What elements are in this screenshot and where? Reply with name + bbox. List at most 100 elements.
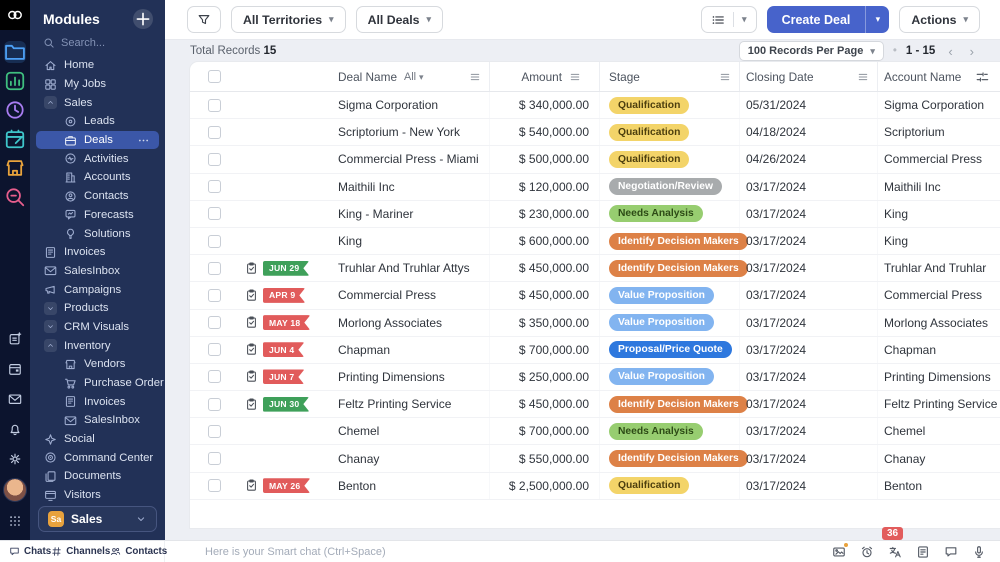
sidebar-item-invoices[interactable]: Invoices <box>30 243 165 262</box>
module-search-input[interactable]: Search... <box>30 34 165 54</box>
screenshot-image-icon[interactable] <box>832 545 846 559</box>
sidebar-item-visitors[interactable]: Visitors <box>30 486 165 501</box>
table-row[interactable]: Chemel$ 700,000.00Needs Analysis03/17/20… <box>190 418 1000 445</box>
table-row[interactable]: MAY 26Benton$ 2,500,000.00Qualification0… <box>190 473 1000 500</box>
table-row[interactable]: Chanay$ 550,000.00Identify Decision Make… <box>190 445 1000 472</box>
folder-icon[interactable] <box>4 41 26 63</box>
select-all-checkbox[interactable] <box>208 70 221 83</box>
mic-icon[interactable] <box>972 545 986 559</box>
actions-dropdown[interactable]: Actions▾ <box>899 6 980 33</box>
workspace-selector[interactable]: Sa Sales <box>38 506 157 532</box>
column-menu-icon[interactable] <box>719 71 731 83</box>
table-row[interactable]: Commercial Press - Miami$ 500,000.00Qual… <box>190 146 1000 173</box>
zoho-logo[interactable] <box>0 0 30 30</box>
reports-icon[interactable] <box>4 70 26 92</box>
table-row[interactable]: MAY 18Morlong Associates$ 350,000.00Valu… <box>190 310 1000 337</box>
row-checkbox[interactable] <box>208 452 221 465</box>
sidebar-item-salesinbox[interactable]: SalesInbox <box>30 411 165 430</box>
smart-chat-input[interactable]: Here is your Smart chat (Ctrl+Space) <box>165 546 832 558</box>
table-row[interactable]: Scriptorium - New York$ 540,000.00Qualif… <box>190 119 1000 146</box>
sidebar-item-products[interactable]: Products <box>30 299 165 318</box>
deal-view-dropdown[interactable]: All Deals▾ <box>356 6 443 33</box>
column-menu-icon[interactable] <box>569 71 581 83</box>
note-icon[interactable] <box>916 545 930 559</box>
row-checkbox[interactable] <box>208 153 221 166</box>
sidebar-item-invoices[interactable]: Invoices <box>30 392 165 411</box>
sidebar-item-deals[interactable]: Deals <box>36 131 159 150</box>
sidebar-item-purchase-order[interactable]: Purchase Order <box>30 374 165 393</box>
records-per-page-dropdown[interactable]: 100 Records Per Page▾ <box>739 41 884 61</box>
add-module-button[interactable] <box>133 9 153 29</box>
table-row[interactable]: JUN 7Printing Dimensions$ 250,000.00Valu… <box>190 364 1000 391</box>
table-row[interactable]: King - Mariner$ 230,000.00Needs Analysis… <box>190 201 1000 228</box>
row-checkbox[interactable] <box>208 180 221 193</box>
create-deal-dropdown[interactable]: ▾ <box>865 6 889 33</box>
table-row[interactable]: APR 9Commercial Press$ 450,000.00Value P… <box>190 282 1000 309</box>
row-checkbox[interactable] <box>208 316 221 329</box>
sidebar-item-home[interactable]: Home <box>30 56 165 75</box>
comment-icon[interactable] <box>944 545 958 559</box>
sidebar-item-my-jobs[interactable]: My Jobs <box>30 75 165 94</box>
history-clock-icon[interactable] <box>4 99 26 121</box>
sidebar-item-command-center[interactable]: Command Center <box>30 448 165 467</box>
apps-grid-icon[interactable] <box>4 510 26 532</box>
sidebar-item-salesinbox[interactable]: SalesInbox <box>30 262 165 281</box>
calendar-icon[interactable] <box>4 358 26 380</box>
notifications-bell-icon[interactable] <box>4 418 26 440</box>
row-checkbox[interactable] <box>208 425 221 438</box>
table-row[interactable]: King$ 600,000.00Identify Decision Makers… <box>190 228 1000 255</box>
row-checkbox[interactable] <box>208 126 221 139</box>
sidebar-item-campaigns[interactable]: Campaigns <box>30 280 165 299</box>
row-checkbox[interactable] <box>208 398 221 411</box>
user-avatar[interactable] <box>3 478 27 502</box>
settings-gear-icon[interactable] <box>4 448 26 470</box>
zia-search-icon[interactable] <box>4 186 26 208</box>
table-row[interactable]: JUN 30Feltz Printing Service$ 450,000.00… <box>190 391 1000 418</box>
row-checkbox[interactable] <box>208 479 221 492</box>
sidebar-item-contacts[interactable]: Contacts <box>30 187 165 206</box>
next-page-button[interactable]: › <box>966 44 978 59</box>
translate-icon[interactable] <box>888 545 902 559</box>
tab-chats[interactable]: Chats <box>9 546 51 557</box>
filter-button[interactable] <box>187 6 221 33</box>
notification-count-badge[interactable]: 36 <box>882 527 903 540</box>
more-options-icon[interactable] <box>137 134 150 147</box>
previous-page-button[interactable]: ‹ <box>944 44 956 59</box>
marketplace-icon[interactable] <box>4 157 26 179</box>
table-row[interactable]: Sigma Corporation$ 340,000.00Qualificati… <box>190 92 1000 119</box>
mail-icon[interactable] <box>4 388 26 410</box>
list-view-selector[interactable]: ▾ <box>701 6 757 33</box>
sidebar-item-social[interactable]: Social <box>30 430 165 449</box>
sidebar-item-vendors[interactable]: Vendors <box>30 355 165 374</box>
sidebar-item-crm-visuals[interactable]: CRM Visuals <box>30 318 165 337</box>
column-menu-icon[interactable] <box>857 71 869 83</box>
row-checkbox[interactable] <box>208 235 221 248</box>
column-menu-icon[interactable] <box>469 71 481 83</box>
deal-name-filter[interactable]: All ▾ <box>404 71 424 83</box>
sidebar-item-accounts[interactable]: Accounts <box>30 168 165 187</box>
create-deal-button[interactable]: Create Deal <box>767 6 866 33</box>
column-settings-icon[interactable] <box>975 70 989 84</box>
table-row[interactable]: JUN 29Truhlar And Truhlar Attys$ 450,000… <box>190 255 1000 282</box>
tab-channels[interactable]: Channels <box>51 546 110 557</box>
table-row[interactable]: Maithili Inc$ 120,000.00Negotiation/Revi… <box>190 174 1000 201</box>
row-checkbox[interactable] <box>208 289 221 302</box>
sidebar-item-inventory[interactable]: Inventory <box>30 336 165 355</box>
row-checkbox[interactable] <box>208 99 221 112</box>
tab-contacts[interactable]: Contacts <box>110 546 167 557</box>
table-row[interactable]: JUN 4Chapman$ 700,000.00Proposal/Price Q… <box>190 337 1000 364</box>
row-checkbox[interactable] <box>208 207 221 220</box>
row-checkbox[interactable] <box>208 343 221 356</box>
row-checkbox[interactable] <box>208 262 221 275</box>
sidebar-item-activities[interactable]: Activities <box>30 149 165 168</box>
alarm-icon[interactable] <box>860 545 874 559</box>
row-checkbox[interactable] <box>208 370 221 383</box>
sidebar-item-forecasts[interactable]: Forecasts <box>30 206 165 225</box>
sidebar-item-solutions[interactable]: Solutions <box>30 224 165 243</box>
sidebar-item-documents[interactable]: Documents <box>30 467 165 486</box>
compose-note-icon[interactable] <box>4 328 26 350</box>
territory-filter-dropdown[interactable]: All Territories▾ <box>231 6 346 33</box>
sidebar-item-sales[interactable]: Sales <box>30 93 165 112</box>
calendar-edit-icon[interactable] <box>4 128 26 150</box>
sidebar-item-leads[interactable]: Leads <box>30 112 165 131</box>
